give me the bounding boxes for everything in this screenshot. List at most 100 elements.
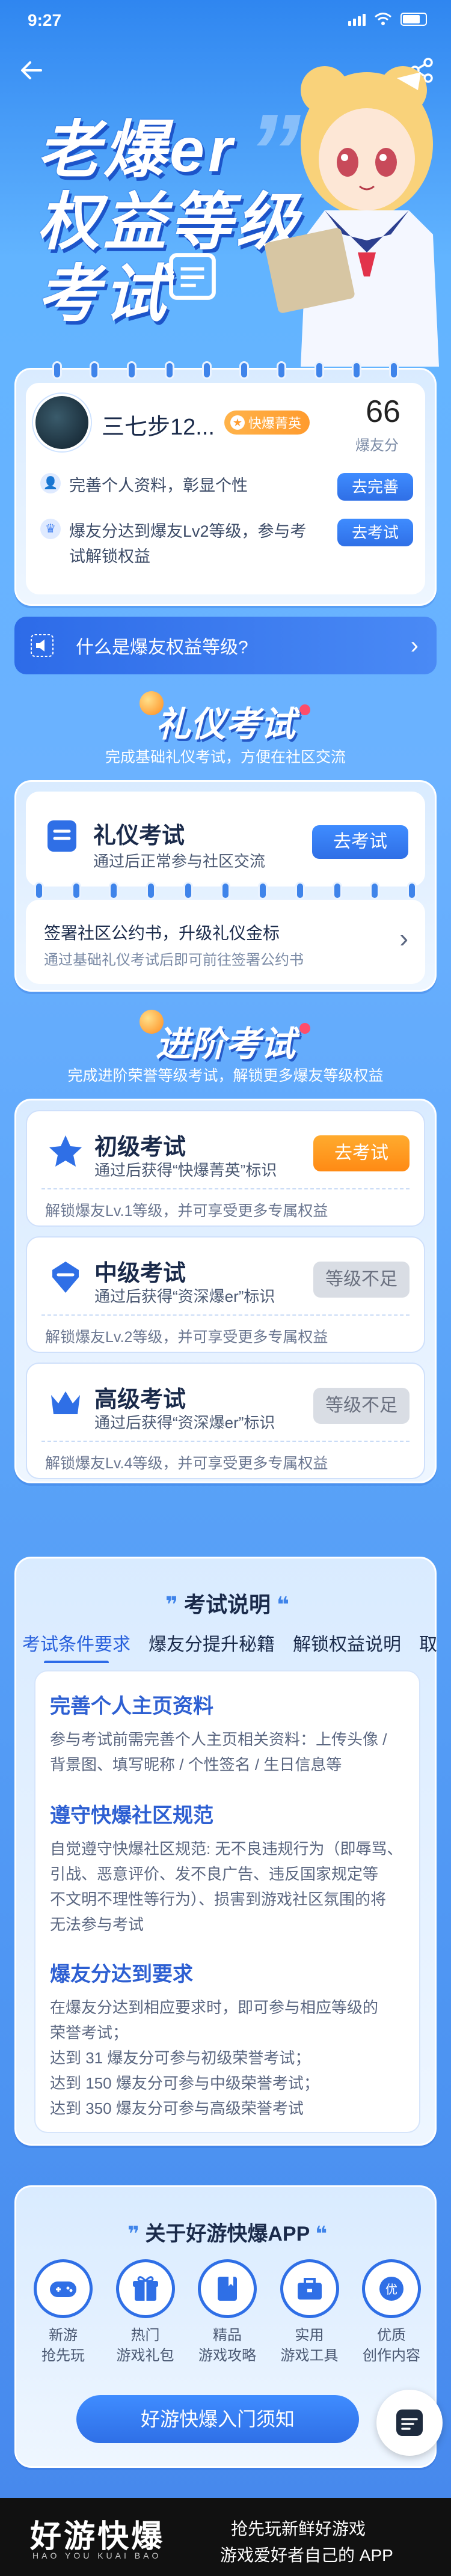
feature-label: 实用 (295, 2327, 324, 2343)
exam-name: 初级考试 (94, 1135, 186, 1160)
rule-line: 不文明不理性等行为）、损害到游戏社区氛围的将 (50, 1890, 387, 1908)
description-title: ❞ 考试说明 ❝ (165, 1592, 290, 1617)
covenant-desc: 通过基础礼仪考试后即可前往签署公约书 (44, 952, 304, 968)
coin-glyph: 优 (385, 2282, 397, 2297)
middle-exam-button[interactable]: 等级不足 (313, 1262, 410, 1298)
rule-line: 达到 150 爆友分可参与中级荣誉考试； (50, 2074, 319, 2092)
gift-icon (132, 2276, 158, 2301)
feature-label: 游戏礼包 (116, 2348, 174, 2364)
exam-desc: 通过后正常参与社区交流 (93, 852, 266, 870)
battery-icon (400, 13, 427, 26)
rule-line: 在爆友分达到相应要求时，即可参与相应等级的 (50, 1998, 379, 2016)
status-time: 9:27 (28, 11, 62, 29)
etiquette-exam-item: 礼仪考试 通过后正常参与社区交流 去考试 (26, 792, 425, 887)
status-badge: ★ 快爆菁英 (224, 411, 310, 435)
covenant-title: 签署社区公约书，升级礼仪金标 (44, 924, 280, 942)
etiquette-exam-button[interactable]: 去考试 (312, 825, 408, 859)
username: 三七步12... (102, 415, 215, 440)
tab-cancel[interactable]: 取消 (419, 1629, 438, 1656)
tab-exam-conditions[interactable]: 考试条件要求 (22, 1629, 130, 1663)
wifi-icon (375, 13, 391, 25)
tab-score-tips[interactable]: 爆友分提升秘籍 (149, 1629, 275, 1656)
exam-foot: 解锁爆友Lv.4等级，并可享受更多专属权益 (45, 1455, 328, 1472)
crown-icon (51, 1391, 80, 1414)
exam-foot: 解锁爆友Lv.1等级，并可享受更多专属权益 (45, 1203, 328, 1219)
rule-line: 达到 31 爆友分可参与初级荣誉考试； (50, 2049, 311, 2067)
gamepad-icon (50, 2281, 76, 2297)
exam-foot: 解锁爆友Lv.2等级，并可享受更多专属权益 (45, 1329, 328, 1346)
advanced-card: 初级考试 通过后获得“快爆菁英”标识 去考试 解锁爆友Lv.1等级，并可享受更多… (14, 1099, 437, 1483)
feature-label: 创作内容 (363, 2348, 420, 2364)
advanced-section-title: 进阶考试 (155, 1025, 295, 1064)
rule-line: 无法参与考试 (50, 1915, 144, 1934)
etiquette-section-title: 礼仪考试 (155, 705, 295, 744)
exam-desc: 通过后获得“资深爆er”标识 (94, 1414, 275, 1432)
feature-tools[interactable]: 实用 游戏工具 (274, 2259, 346, 2366)
task-reach-level: ♛ 爆友分达到爆友Lv2等级，参与考试解锁权益 去考试 (40, 519, 413, 569)
advanced-section-subtitle: 完成进阶荣誉等级考试，解锁更多爆友等级权益 (67, 1067, 384, 1084)
senior-exam-button[interactable]: 等级不足 (313, 1388, 410, 1424)
rule-line: 自觉遵守快爆社区规范: 无不良违规行为（即辱骂、 (50, 1840, 403, 1858)
profile-card: 三七步12... ★ 快爆菁英 66 爆友分 👤 完善个人资料，彰显个性 去完善… (14, 361, 437, 606)
take-exam-button[interactable]: 去考试 (337, 519, 413, 546)
rule-title: 遵守快爆社区规范 (50, 1799, 213, 1828)
covenant-item[interactable]: 签署社区公约书，升级礼仪金标 通过基础礼仪考试后即可前往签署公约书 › (26, 900, 425, 984)
rule-line: 达到 350 爆友分可参与高级荣誉考试 (50, 2099, 304, 2117)
feature-label: 精品 (213, 2327, 242, 2343)
book-icon (218, 2277, 237, 2301)
feature-content[interactable]: 优 优质 创作内容 (355, 2259, 428, 2366)
feature-guides[interactable]: 精品 游戏攻略 (191, 2259, 263, 2366)
feature-label: 抢先玩 (41, 2348, 85, 2364)
badge-label: 快爆菁英 (248, 416, 302, 431)
floating-edit-button[interactable] (376, 2390, 443, 2456)
mascot-girl-illustration (265, 66, 439, 367)
shield-icon (52, 1262, 79, 1293)
exam-name: 中级考试 (94, 1261, 186, 1286)
document-icon (169, 253, 216, 300)
task-text: 完善个人资料，彰显个性 (69, 477, 248, 495)
edit-note-icon (396, 2410, 423, 2436)
exam-item-senior: 高级考试 通过后获得“资深爆er”标识 等级不足 解锁爆友Lv.4等级，并可享受… (26, 1363, 425, 1479)
fan-score: 66 (366, 394, 400, 429)
exam-item-junior: 初级考试 通过后获得“快爆菁英”标识 去考试 解锁爆友Lv.1等级，并可享受更多… (26, 1110, 425, 1227)
crown-icon: ♛ (40, 519, 61, 539)
junior-exam-button[interactable]: 去考试 (313, 1135, 410, 1171)
person-icon: 👤 (40, 473, 61, 493)
feature-new-games[interactable]: 新游 抢先玩 (27, 2259, 99, 2366)
app-footer-banner[interactable]: 好游快爆 HAO YOU KUAI BAO 抢先玩新鲜好游戏 游戏爱好者自己的 … (0, 2498, 451, 2576)
feature-label: 优质 (377, 2327, 406, 2343)
feature-gift-packs[interactable]: 热门 游戏礼包 (109, 2259, 182, 2366)
task-text: 爆友分达到爆友Lv2等级，参与考试解锁权益 (69, 522, 307, 566)
back-arrow-icon[interactable] (17, 55, 47, 85)
beginner-guide-button[interactable]: 好游快爆入门须知 (76, 2395, 359, 2443)
complete-profile-button[interactable]: 去完善 (337, 473, 413, 501)
description-title-text: 考试说明 (183, 1592, 271, 1617)
avatar[interactable] (33, 394, 91, 451)
feature-label: 热门 (130, 2327, 160, 2343)
chevron-right-icon: › (399, 924, 408, 953)
rule-line: 荣誉考试； (50, 2024, 129, 2042)
chevron-right-icon: › (410, 632, 419, 659)
rule-title: 完善个人主页资料 (50, 1689, 213, 1719)
about-app-card: ❞ 关于好游快爆APP ❝ 新游抢先玩 热门游戏礼包 精品游戏攻略 实用游戏工具… (14, 2185, 437, 2468)
rules-panel: 完善个人主页资料 参与考试前需完善个人主页相关资料：上传头像 / 背景图、填写昵… (34, 1670, 420, 2133)
star-icon (49, 1135, 82, 1167)
star-icon: ★ (230, 415, 245, 430)
what-is-level-label: 什么是爆友权益等级? (76, 638, 248, 658)
fan-score-label: 爆友分 (355, 438, 399, 454)
rule-line: 背景图、填写昵称 / 个性签名 / 生日信息等 (50, 1756, 342, 1774)
exam-desc: 通过后获得“快爆菁英”标识 (94, 1161, 277, 1179)
toolbox-icon (297, 2278, 322, 2300)
feature-label: 游戏工具 (280, 2348, 339, 2364)
feature-label: 游戏攻略 (198, 2348, 256, 2364)
speaker-icon (31, 634, 54, 657)
etiquette-card: 礼仪考试 通过后正常参与社区交流 去考试 签署社区公约书，升级礼仪金标 通过基础… (14, 780, 437, 992)
exam-item-middle: 中级考试 通过后获得“资深爆er”标识 等级不足 解锁爆友Lv.2等级，并可享受… (26, 1236, 425, 1353)
rule-title: 爆友分达到要求 (50, 1958, 193, 1987)
exam-name: 高级考试 (94, 1387, 186, 1412)
exam-desc: 通过后获得“资深爆er”标识 (94, 1287, 275, 1305)
feature-label: 新游 (49, 2327, 78, 2343)
tab-unlock-rights[interactable]: 解锁权益说明 (293, 1629, 401, 1656)
about-title: ❞ 关于好游快爆APP ❝ (127, 2223, 328, 2245)
what-is-level-link[interactable]: 什么是爆友权益等级? › (14, 617, 437, 674)
